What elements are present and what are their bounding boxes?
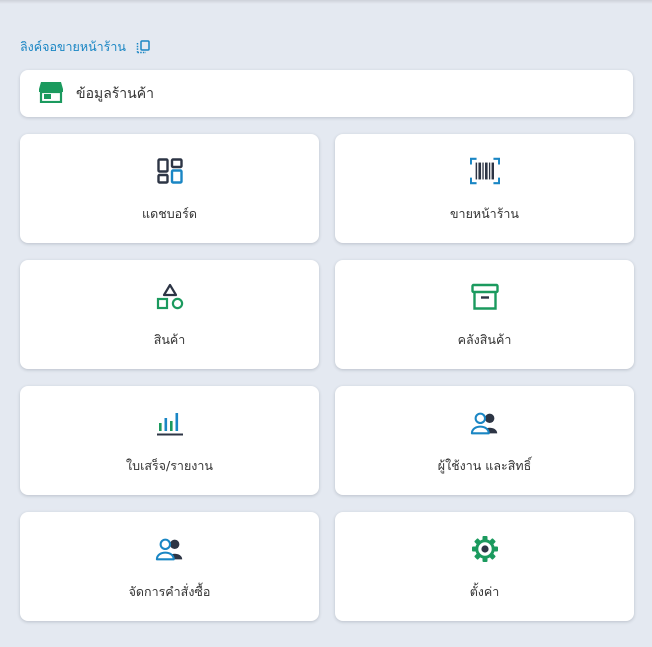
tile-label: สินค้า: [153, 332, 186, 347]
tile-label: แดชบอร์ด: [142, 206, 197, 221]
tile-label: ขายหน้าร้าน: [450, 206, 519, 221]
tile-inventory[interactable]: คลังสินค้า: [335, 260, 634, 369]
tile-label: จัดการคำสั่งซื้อ: [128, 584, 211, 599]
tile-point-of-sale[interactable]: ขายหน้าร้าน: [335, 134, 634, 243]
archive-box-icon: [470, 282, 500, 312]
bar-chart-icon: [155, 408, 185, 438]
copy-icon[interactable]: [136, 40, 150, 54]
storefront-link-label: ลิงค์จอขายหน้าร้าน: [20, 39, 126, 54]
tile-label: ตั้งค่า: [469, 584, 500, 599]
tile-products[interactable]: สินค้า: [20, 260, 319, 369]
gear-icon: [470, 534, 500, 564]
barcode-scan-icon: [469, 156, 500, 186]
store-info-button[interactable]: ข้อมูลร้านค้า: [20, 70, 633, 117]
tile-label: ใบเสร็จ/รายงาน: [126, 458, 213, 473]
tile-settings[interactable]: ตั้งค่า: [335, 512, 634, 621]
tile-receipts-reports[interactable]: ใบเสร็จ/รายงาน: [20, 386, 319, 495]
dashboard-icon: [155, 156, 185, 186]
header-shadow: [0, 0, 652, 4]
users-icon: [155, 534, 185, 564]
store-info-label: ข้อมูลร้านค้า: [76, 85, 154, 102]
tile-users-permissions[interactable]: ผู้ใช้งาน และสิทธิ์: [335, 386, 634, 495]
users-icon: [470, 408, 500, 438]
tile-order-management[interactable]: จัดการคำสั่งซื้อ: [20, 512, 319, 621]
shapes-icon: [155, 282, 185, 312]
tile-dashboard[interactable]: แดชบอร์ด: [20, 134, 319, 243]
store-icon: [38, 81, 64, 107]
storefront-link[interactable]: ลิงค์จอขายหน้าร้าน: [20, 38, 150, 56]
tile-label: คลังสินค้า: [457, 332, 512, 347]
tile-label: ผู้ใช้งาน และสิทธิ์: [437, 458, 532, 473]
